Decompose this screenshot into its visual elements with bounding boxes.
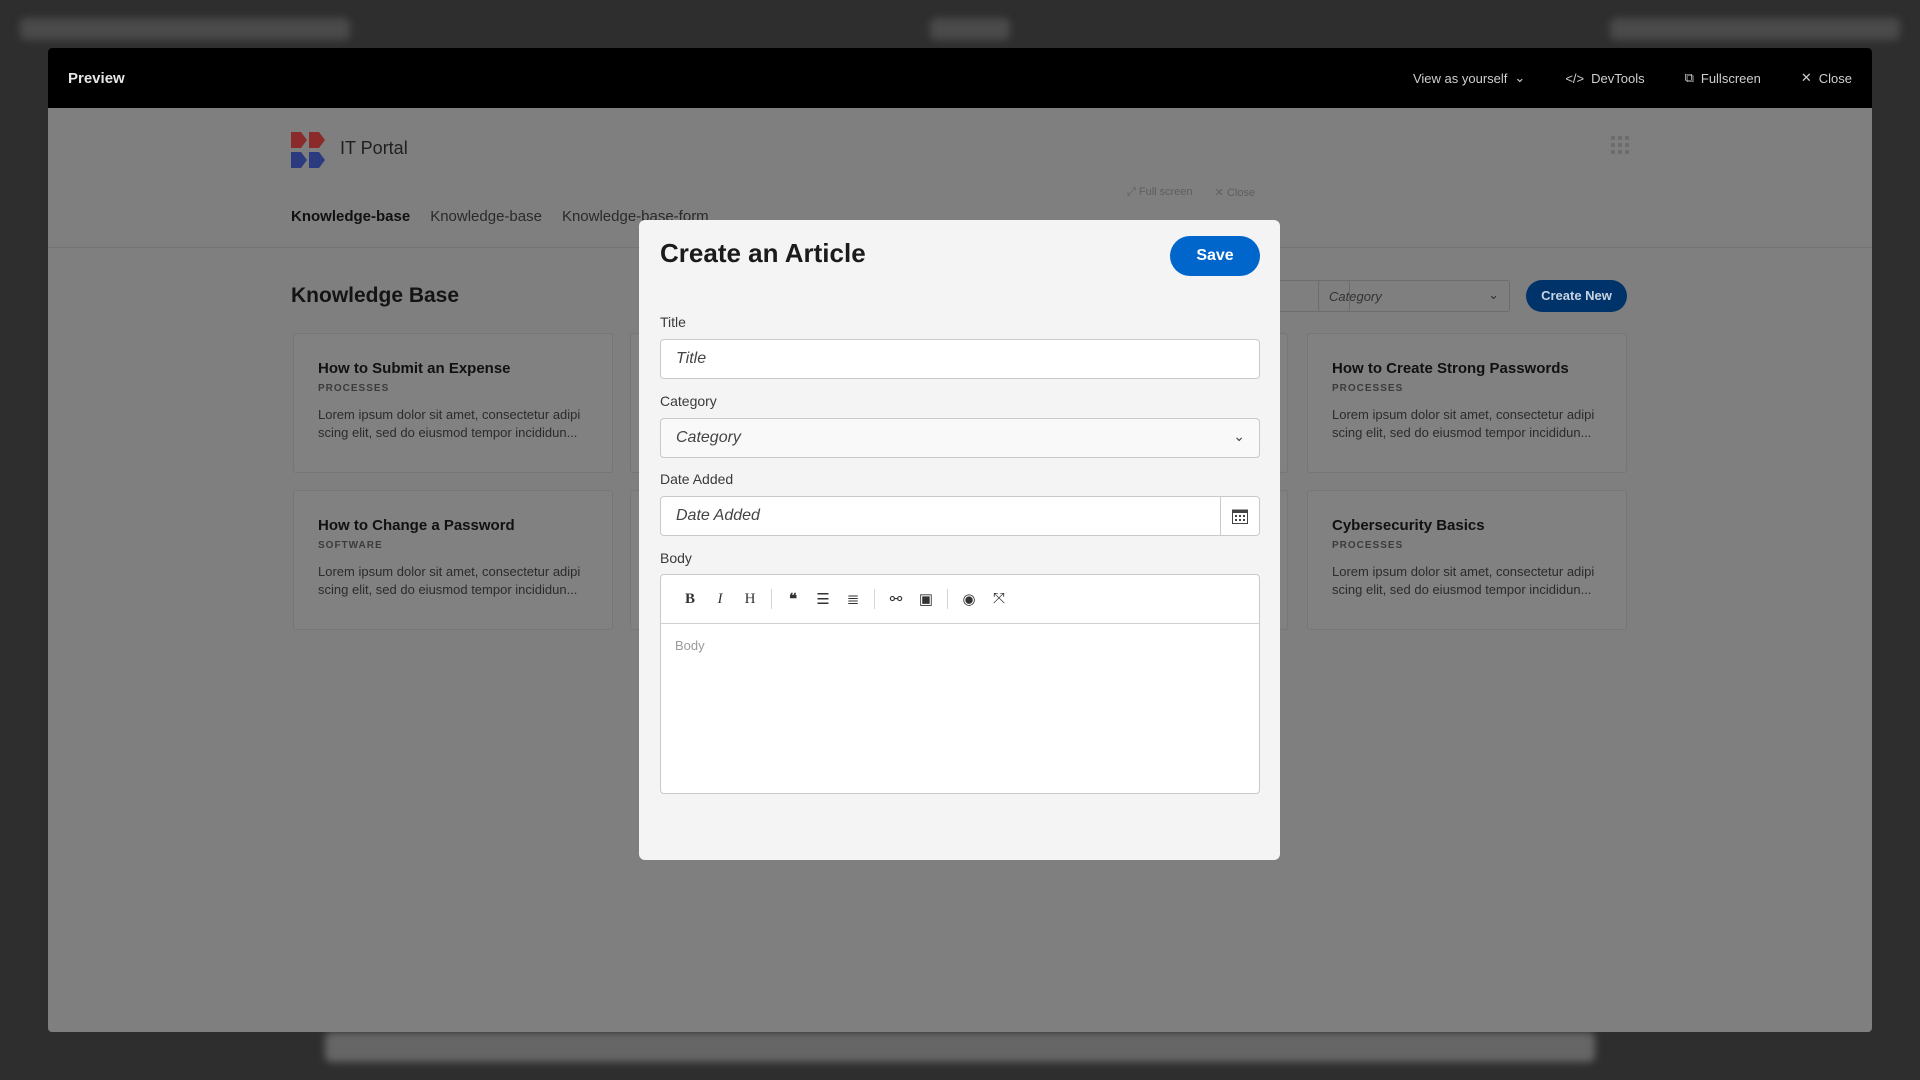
card-title: Cybersecurity Basics xyxy=(1332,517,1485,534)
card-title: How to Create Strong Passwords xyxy=(1332,360,1569,377)
blurred-app-actions xyxy=(1610,18,1900,40)
editor-toolbar: B I H ❝ ☰ ≣ ⚯ ▣ ◉ ⤧ xyxy=(661,575,1259,624)
blurred-app-title xyxy=(930,18,1010,40)
card-excerpt: Lorem ipsum dolor sit amet, consectetur … xyxy=(1332,564,1595,597)
preview-toolbar: Preview View as yourself ⌄ </> DevTools ⧉ F… xyxy=(48,48,1872,108)
category-filter-value: Category xyxy=(1329,289,1382,304)
title-label: Title xyxy=(660,314,686,330)
chevron-down-icon: ⌄ xyxy=(1488,287,1499,302)
title-placeholder: Title xyxy=(676,350,707,367)
preview-eye-icon[interactable]: ◉ xyxy=(954,590,984,609)
fullscreen-label: Fullscreen xyxy=(1700,70,1761,86)
card-title: How to Submit an Expense xyxy=(318,360,511,377)
bold-icon[interactable]: B xyxy=(675,591,705,608)
body-placeholder: Body xyxy=(675,638,705,653)
article-card[interactable]: How to Change a Password SOFTWARE Lorem ip… xyxy=(293,490,613,630)
date-input[interactable]: Date Added xyxy=(660,496,1260,536)
article-card[interactable]: How to Create Strong Passwords PROCESSES L… xyxy=(1307,333,1627,473)
category-placeholder: Category xyxy=(676,429,741,446)
body-editor[interactable]: B I H ❝ ☰ ≣ ⚯ ▣ ◉ ⤧ Body xyxy=(660,574,1260,794)
category-filter[interactable]: Category ⌄ xyxy=(1318,280,1510,312)
view-as-dropdown[interactable]: View as yourself ⌄ xyxy=(1413,70,1525,86)
modal-fullscreen-button[interactable]: ⤢ Full screen xyxy=(1127,186,1193,199)
close-label: Close xyxy=(1818,70,1852,86)
card-category: PROCESSES xyxy=(318,383,390,394)
date-label: Date Added xyxy=(660,471,734,487)
external-link-icon: ⧉ xyxy=(1684,70,1694,85)
date-placeholder: Date Added xyxy=(676,507,760,524)
create-article-modal: Create an Article Save Title Title Categ… xyxy=(639,220,1280,860)
devtools-label: DevTools xyxy=(1591,70,1645,86)
card-title: How to Change a Password xyxy=(318,517,515,534)
card-excerpt: Lorem ipsum dolor sit amet, consectetur … xyxy=(318,564,581,597)
modal-title: Create an Article xyxy=(660,238,866,268)
nav-knowledge-base-2[interactable]: Knowledge-base xyxy=(430,208,542,225)
blurred-bottom-bar xyxy=(325,1032,1595,1062)
code-icon: </> xyxy=(1565,70,1585,86)
apps-grid-icon[interactable] xyxy=(1611,136,1629,154)
blurred-app-toolbar xyxy=(20,18,350,40)
category-select[interactable]: Category ⌄ xyxy=(660,418,1260,458)
chevron-down-icon: ⌄ xyxy=(1514,70,1526,85)
article-card[interactable]: Cybersecurity Basics PROCESSES Lorem ipsum… xyxy=(1307,490,1627,630)
body-label: Body xyxy=(660,550,692,566)
preview-title: Preview xyxy=(68,69,125,87)
app-logo xyxy=(291,132,325,168)
modal-close-label: Close xyxy=(1226,187,1256,199)
card-excerpt: Lorem ipsum dolor sit amet, consectetur … xyxy=(318,407,581,440)
italic-icon[interactable]: I xyxy=(705,591,735,608)
modal-close-button[interactable]: ✕ Close xyxy=(1215,186,1255,199)
fullscreen-icon[interactable]: ⤧ xyxy=(984,590,1014,608)
preview-window: Preview View as yourself ⌄ </> DevTools ⧉ F… xyxy=(48,48,1872,1032)
app-title: IT Portal xyxy=(340,138,408,158)
heading-icon[interactable]: H xyxy=(735,591,765,608)
close-icon: ✕ xyxy=(1800,70,1812,85)
card-category: PROCESSES xyxy=(1332,540,1404,551)
card-category: PROCESSES xyxy=(1332,383,1404,394)
devtools-button[interactable]: </> DevTools xyxy=(1565,71,1644,86)
article-card[interactable]: How to Submit an Expense PROCESSES Lorem i… xyxy=(293,333,613,473)
category-label: Category xyxy=(660,393,717,409)
calendar-icon xyxy=(1232,509,1248,524)
calendar-button[interactable] xyxy=(1220,497,1259,535)
nav-knowledge-base[interactable]: Knowledge-base xyxy=(291,208,410,225)
close-button[interactable]: ✕ Close xyxy=(1801,70,1852,86)
fullscreen-button[interactable]: ⧉ Fullscreen xyxy=(1685,70,1761,86)
create-new-button[interactable]: Create New xyxy=(1526,280,1627,312)
chevron-down-icon: ⌄ xyxy=(1233,428,1245,444)
link-icon[interactable]: ⚯ xyxy=(881,590,911,609)
card-category: SOFTWARE xyxy=(318,540,383,551)
image-icon[interactable]: ▣ xyxy=(911,590,941,609)
page-title: Knowledge Base xyxy=(291,284,460,307)
numbered-list-icon[interactable]: ≣ xyxy=(838,590,868,609)
modal-fullscreen-label: Full screen xyxy=(1138,186,1193,198)
quote-icon[interactable]: ❝ xyxy=(778,590,808,609)
save-button[interactable]: Save xyxy=(1170,236,1260,276)
card-excerpt: Lorem ipsum dolor sit amet, consectetur … xyxy=(1332,407,1595,440)
title-input[interactable]: Title xyxy=(660,339,1260,379)
bullet-list-icon[interactable]: ☰ xyxy=(808,590,838,609)
view-as-label: View as yourself xyxy=(1412,70,1508,86)
